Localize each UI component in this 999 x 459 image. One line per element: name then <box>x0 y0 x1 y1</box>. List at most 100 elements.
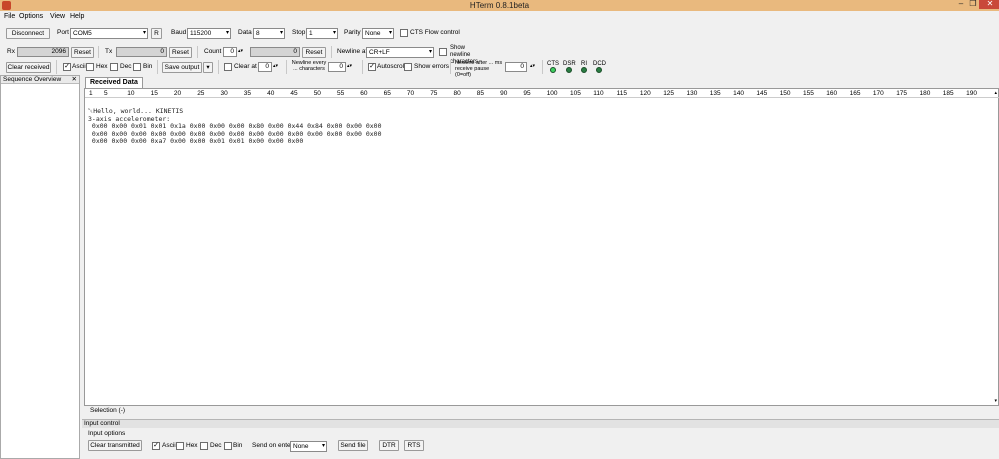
ruler-tick-label: 100 <box>546 90 558 97</box>
bin-checkbox[interactable] <box>133 63 141 71</box>
ascii-checkbox[interactable]: ✓ <box>63 63 71 71</box>
sequence-overview-panel: Sequence Overview ✕ <box>0 75 80 459</box>
dtr-button[interactable]: DTR <box>379 440 399 451</box>
ruler-tick-label: 95 <box>523 90 531 97</box>
ruler-tick-label: 115 <box>616 90 627 97</box>
newline-every-label: Newline every ... characters <box>291 60 327 72</box>
received-data-view[interactable]: 1 5 10 15 20 25 30 35 40 45 50 55 60 65 70 75 80 85 90 95 10… <box>84 88 999 406</box>
baud-select[interactable]: 115200 ▾ <box>187 28 231 39</box>
ruler-tick-label: 150 <box>779 90 791 97</box>
spinner-icon[interactable]: ▴▾ <box>238 47 243 55</box>
rx-reset-button[interactable]: Reset <box>71 47 94 58</box>
rescan-ports-button[interactable]: R <box>151 28 162 39</box>
ruler-tick-label: 120 <box>639 90 651 97</box>
input-bin-checkbox[interactable] <box>224 442 232 450</box>
data-bits-label: Data <box>238 29 252 36</box>
newline-after-label: Newline after ... ms receive pause (0=of… <box>455 60 503 78</box>
stop-bits-select[interactable]: 1 ▾ <box>306 28 338 39</box>
minimize-button[interactable]: – <box>955 0 967 9</box>
rts-button[interactable]: RTS <box>404 440 424 451</box>
count-reset-button[interactable]: Reset <box>302 47 326 58</box>
ruler-tick-label: 185 <box>942 90 954 97</box>
input-hex-label: Hex <box>186 442 198 449</box>
window-title: HTerm 0.8.1beta <box>469 1 530 10</box>
input-ascii-checkbox[interactable]: ✓ <box>152 442 160 450</box>
ruler-tick-label: 140 <box>733 90 744 97</box>
input-hex-checkbox[interactable] <box>176 442 184 450</box>
separator <box>98 46 99 58</box>
parity-select[interactable]: None ▾ <box>362 28 394 39</box>
scroll-up-icon[interactable]: ▴ <box>994 90 997 96</box>
port-select[interactable]: COM5 ▾ <box>70 28 148 39</box>
scroll-down-icon[interactable]: ▾ <box>994 398 997 404</box>
chevron-down-icon: ▾ <box>225 30 229 36</box>
ruler-tick-label: 60 <box>360 90 368 97</box>
show-newline-checkbox[interactable] <box>439 48 447 56</box>
menu-view[interactable]: View <box>50 13 65 20</box>
tx-reset-button[interactable]: Reset <box>169 47 192 58</box>
clear-at-input[interactable]: 0 <box>258 62 272 72</box>
newline-at-select[interactable]: CR+LF ▾ <box>366 47 434 58</box>
ruler-tick-label: 165 <box>849 90 861 97</box>
ruler-tick-label: 10 <box>127 90 135 97</box>
separator <box>197 46 198 58</box>
ruler-tick-label: 135 <box>709 90 721 97</box>
hex-checkbox[interactable] <box>86 63 94 71</box>
separator <box>56 60 57 74</box>
autoscroll-checkbox[interactable]: ✓ <box>368 63 376 71</box>
dsr-led-icon <box>566 67 572 73</box>
ruler-tick-label: 55 <box>337 90 345 97</box>
show-errors-checkbox[interactable] <box>404 63 412 71</box>
disconnect-button[interactable]: Disconnect <box>6 28 50 39</box>
tab-received-data[interactable]: Received Data <box>85 77 143 88</box>
chevron-down-icon: ▾ <box>321 443 325 449</box>
spinner-icon[interactable]: ▴▾ <box>347 62 352 70</box>
rx-counter: 2096 <box>17 47 69 57</box>
dec-checkbox[interactable] <box>110 63 118 71</box>
input-ascii-label: Ascii <box>162 442 176 449</box>
stop-bits-label: Stop <box>292 29 306 36</box>
save-output-button[interactable]: Save output <box>162 62 202 73</box>
input-control-header: Input control <box>82 419 999 428</box>
data-bits-select[interactable]: 8 ▾ <box>253 28 285 39</box>
send-file-button[interactable]: Send file <box>338 440 368 451</box>
tx-counter: 0 <box>116 47 167 57</box>
menu-options[interactable]: Options <box>19 13 43 20</box>
separator <box>542 60 543 74</box>
input-bin-label: Bin <box>233 442 243 449</box>
rx-label: Rx <box>7 48 15 55</box>
close-icon[interactable]: ✕ <box>72 76 77 84</box>
close-button[interactable]: ✕ <box>979 0 999 9</box>
spinner-icon[interactable]: ▴▾ <box>273 62 278 70</box>
ruler-tick-label: 85 <box>476 90 485 97</box>
title-bar: HTerm 0.8.1beta – ❐ ✕ <box>0 0 999 11</box>
menu-help[interactable]: Help <box>70 13 84 20</box>
input-dec-label: Dec <box>210 442 222 449</box>
ruler-tick-label: 75 <box>430 90 438 97</box>
ruler-tick-label: 180 <box>919 90 931 97</box>
port-label: Port <box>57 29 69 36</box>
newline-after-input[interactable]: 0 <box>505 62 527 72</box>
received-line: 0x00 0x00 0x00 0xa7 0x00 0x00 0x01 0x01 … <box>88 137 304 145</box>
newline-every-input[interactable]: 0 <box>328 62 346 72</box>
ri-led-icon <box>581 67 587 73</box>
clear-transmitted-button[interactable]: Clear transmitted <box>88 440 142 451</box>
ruler-tick-label: 155 <box>803 90 814 97</box>
save-output-menu-button[interactable]: ▾ <box>203 62 213 73</box>
tx-label: Tx <box>105 48 113 55</box>
separator <box>286 60 287 74</box>
menu-file[interactable]: File <box>4 13 15 20</box>
send-on-enter-select[interactable]: None ▾ <box>290 441 327 452</box>
newline-at-label: Newline at <box>337 48 368 55</box>
clear-received-button[interactable]: Clear received <box>6 62 51 73</box>
cts-flow-checkbox[interactable] <box>400 29 408 37</box>
separator <box>331 46 332 58</box>
maximize-button[interactable]: ❐ <box>967 0 979 9</box>
separator <box>362 60 363 74</box>
clear-at-label: Clear at <box>234 63 257 70</box>
spinner-icon[interactable]: ▴▾ <box>530 62 535 70</box>
hex-label: Hex <box>96 63 108 70</box>
count-input[interactable]: 0 <box>223 47 237 57</box>
clear-at-checkbox[interactable] <box>224 63 232 71</box>
input-dec-checkbox[interactable] <box>200 442 208 450</box>
